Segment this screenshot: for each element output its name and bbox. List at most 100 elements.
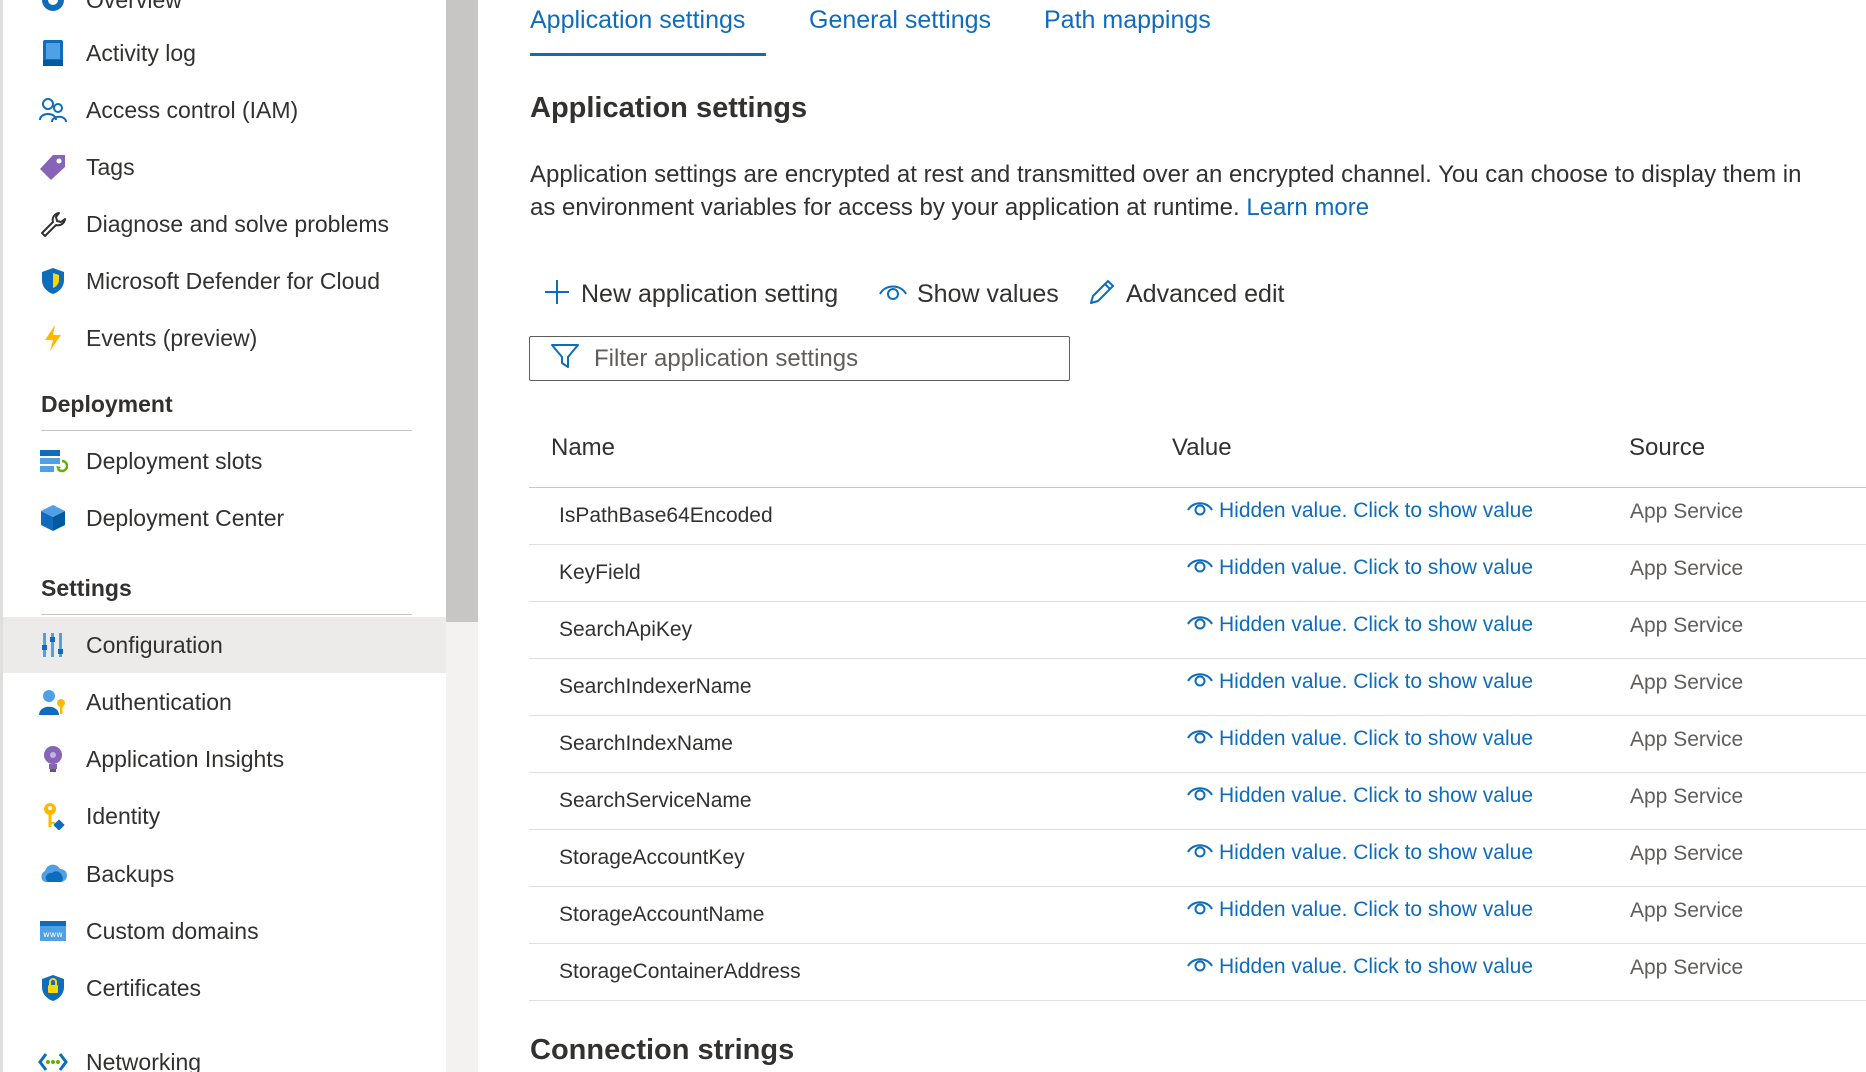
column-header-name[interactable]: Name	[551, 434, 615, 462]
hidden-value-link[interactable]: Hidden value. Click to show value	[1187, 727, 1533, 751]
hidden-value-link[interactable]: Hidden value. Click to show value	[1187, 784, 1533, 808]
shield-icon	[37, 265, 69, 297]
table-row[interactable]: SearchIndexerName Hidden value. Click to …	[529, 659, 1866, 716]
person-key-icon	[37, 686, 69, 718]
svg-text:www: www	[43, 930, 63, 939]
sidebar-item-authentication[interactable]: Authentication	[3, 674, 446, 730]
section-title-settings: Settings	[41, 575, 132, 601]
setting-name[interactable]: StorageAccountName	[559, 903, 764, 927]
sidebar-item-label: Deployment slots	[86, 447, 263, 474]
lightbulb-icon	[37, 743, 69, 775]
wrench-icon	[37, 208, 69, 240]
setting-name[interactable]: SearchIndexerName	[559, 675, 752, 699]
tag-icon	[37, 151, 69, 183]
sidebar-item-overview[interactable]: Overview	[3, 0, 446, 28]
sidebar-item-deployment-center[interactable]: Deployment Center	[3, 490, 446, 546]
setting-name[interactable]: SearchApiKey	[559, 618, 692, 642]
setting-source: App Service	[1630, 614, 1744, 637]
sidebar-item-label: Certificates	[86, 974, 202, 1001]
eye-icon	[1187, 841, 1213, 865]
hidden-value-link[interactable]: Hidden value. Click to show value	[1187, 898, 1533, 922]
setting-source: App Service	[1630, 842, 1744, 865]
setting-name[interactable]: KeyField	[559, 561, 641, 585]
setting-name[interactable]: SearchIndexName	[559, 732, 733, 756]
connection-strings-title: Connection strings	[530, 1034, 795, 1066]
people-icon	[37, 94, 69, 126]
show-values-label: Show values	[917, 279, 1059, 308]
eye-icon	[1187, 727, 1213, 751]
setting-name[interactable]: IsPathBase64Encoded	[559, 504, 773, 528]
setting-source: App Service	[1630, 500, 1744, 523]
sidebar-item-networking[interactable]: Networking	[3, 1034, 446, 1072]
cube-icon	[37, 502, 69, 534]
sidebar-item-label: Deployment Center	[86, 504, 285, 531]
filter-funnel-icon	[550, 342, 580, 375]
activity-log-icon	[37, 37, 69, 69]
hidden-value-text: Hidden value. Click to show value	[1219, 784, 1533, 807]
hidden-value-link[interactable]: Hidden value. Click to show value	[1187, 556, 1533, 580]
table-row[interactable]: StorageContainerAddress Hidden value. Cli…	[529, 944, 1866, 1001]
hidden-value-text: Hidden value. Click to show value	[1219, 556, 1533, 579]
hidden-value-text: Hidden value. Click to show value	[1219, 613, 1533, 636]
hidden-value-link[interactable]: Hidden value. Click to show value	[1187, 670, 1533, 694]
sidebar-item-application-insights[interactable]: Application Insights	[3, 731, 446, 787]
sidebar-item-certificates[interactable]: Certificates	[3, 960, 446, 1016]
hidden-value-link[interactable]: Hidden value. Click to show value	[1187, 499, 1533, 523]
setting-source: App Service	[1630, 671, 1744, 694]
sidebar-item-defender[interactable]: Microsoft Defender for Cloud	[3, 253, 446, 309]
sidebar-item-events[interactable]: Events (preview)	[3, 310, 446, 366]
setting-source: App Service	[1630, 728, 1744, 751]
sidebar-item-deployment-slots[interactable]: Deployment slots	[3, 433, 446, 489]
hidden-value-link[interactable]: Hidden value. Click to show value	[1187, 955, 1533, 979]
table-row[interactable]: IsPathBase64Encoded Hidden value. Click t…	[529, 488, 1866, 545]
show-values-button[interactable]: Show values	[879, 274, 1059, 314]
hidden-value-link[interactable]: Hidden value. Click to show value	[1187, 613, 1533, 637]
sidebar-item-activity-log[interactable]: Activity log	[3, 25, 446, 81]
setting-name[interactable]: StorageAccountKey	[559, 846, 745, 870]
sidebar-item-custom-domains[interactable]: www Custom domains	[3, 903, 446, 959]
column-header-source[interactable]: Source	[1629, 434, 1705, 462]
tab-path-mappings[interactable]: Path mappings	[1044, 6, 1211, 35]
filter-application-settings-input[interactable]	[594, 344, 1064, 373]
eye-icon	[1187, 898, 1213, 922]
active-tab-indicator	[530, 53, 766, 56]
www-icon: www	[37, 915, 69, 947]
resource-sidebar: Overview Activity log Access control (IA…	[0, 0, 446, 1072]
sidebar-item-identity[interactable]: Identity	[3, 788, 446, 844]
setting-source: App Service	[1630, 785, 1744, 808]
sidebar-item-label: Application Insights	[86, 745, 285, 772]
sidebar-scrollbar-thumb[interactable]	[446, 0, 478, 622]
sidebar-item-backups[interactable]: Backups	[3, 846, 446, 902]
hidden-value-text: Hidden value. Click to show value	[1219, 898, 1533, 921]
table-row[interactable]: StorageAccountKey Hidden value. Click to …	[529, 830, 1866, 887]
table-row[interactable]: SearchServiceName Hidden value. Click to …	[529, 773, 1866, 830]
cloud-icon	[37, 858, 69, 890]
setting-name[interactable]: StorageContainerAddress	[559, 960, 801, 984]
new-application-setting-button[interactable]: New application setting	[543, 274, 838, 314]
table-row[interactable]: StorageAccountName Hidden value. Click to…	[529, 887, 1866, 944]
tab-application-settings[interactable]: Application settings	[530, 6, 745, 35]
table-row[interactable]: SearchIndexName Hidden value. Click to sh…	[529, 716, 1866, 773]
setting-name[interactable]: SearchServiceName	[559, 789, 752, 813]
column-header-value[interactable]: Value	[1172, 434, 1232, 462]
section-title-deployment: Deployment	[41, 391, 173, 417]
hidden-value-text: Hidden value. Click to show value	[1219, 727, 1533, 750]
filter-box[interactable]	[529, 336, 1070, 381]
deployment-slots-icon	[37, 445, 69, 477]
configuration-sliders-icon	[37, 629, 69, 661]
sidebar-item-tags[interactable]: Tags	[3, 139, 446, 195]
table-row[interactable]: SearchApiKey Hidden value. Click to show …	[529, 602, 1866, 659]
eye-icon	[1187, 556, 1213, 580]
table-row[interactable]: KeyField Hidden value. Click to show valu…	[529, 545, 1866, 602]
overview-icon	[37, 0, 69, 16]
sidebar-item-label: Custom domains	[86, 917, 259, 944]
sidebar-item-access-control[interactable]: Access control (IAM)	[3, 82, 446, 138]
sidebar-item-configuration[interactable]: Configuration	[3, 617, 446, 673]
tab-general-settings[interactable]: General settings	[809, 6, 991, 35]
sidebar-item-label: Diagnose and solve problems	[86, 210, 390, 237]
learn-more-link[interactable]: Learn more	[1246, 194, 1369, 221]
sidebar-item-label: Authentication	[86, 688, 232, 715]
sidebar-item-diagnose[interactable]: Diagnose and solve problems	[3, 196, 446, 252]
hidden-value-link[interactable]: Hidden value. Click to show value	[1187, 841, 1533, 865]
advanced-edit-button[interactable]: Advanced edit	[1088, 274, 1284, 314]
